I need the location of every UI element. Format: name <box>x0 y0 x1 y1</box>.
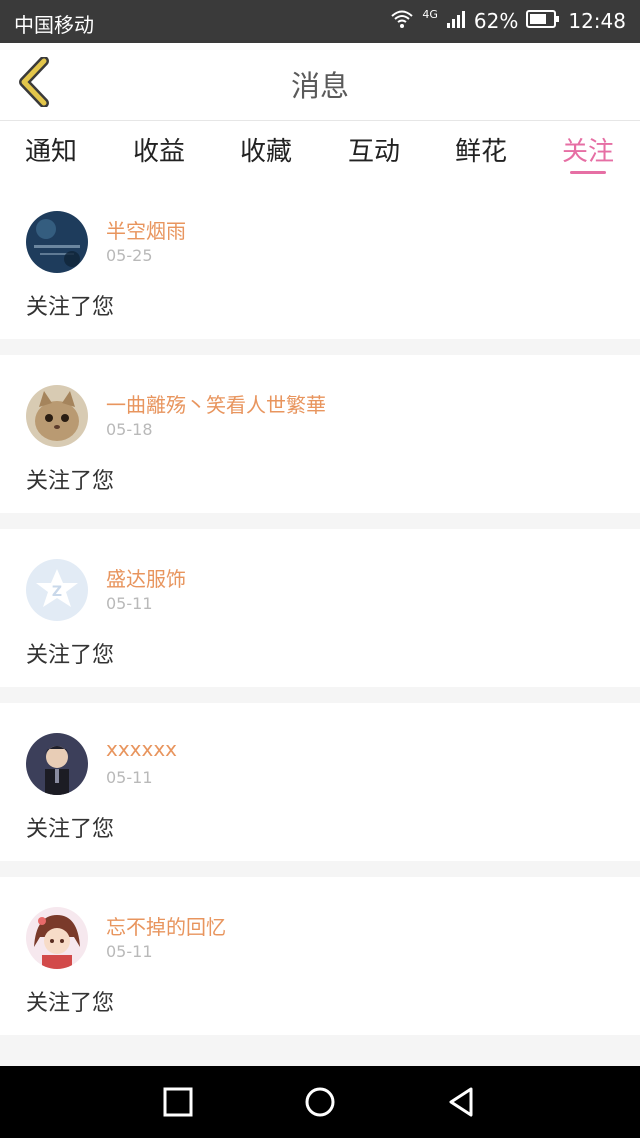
avatar[interactable] <box>26 733 88 795</box>
list-item[interactable]: 忘不掉的回忆 05-11 关注了您 <box>0 877 640 1035</box>
message-list: 半空烟雨 05-25 关注了您 一曲離殇丶笑看人世繁華 05-18 关注了您 Z <box>0 181 640 1051</box>
message-date: 05-11 <box>106 594 153 613</box>
message-date: 05-11 <box>106 942 153 961</box>
tab-flowers[interactable]: 鲜花 <box>441 131 521 168</box>
message-text: 关注了您 <box>26 295 115 320</box>
status-right: 4G 62% 12:48 <box>390 7 626 34</box>
message-text: 关注了您 <box>26 469 115 494</box>
list-item[interactable]: xxxxxx 05-11 关注了您 <box>0 703 640 861</box>
svg-text:Z: Z <box>52 584 62 600</box>
signal-icon <box>446 9 466 34</box>
list-item[interactable]: Z 盛达服饰 05-11 关注了您 <box>0 529 640 687</box>
active-tab-indicator <box>570 171 606 174</box>
tab-bar: 通知 收益 收藏 互动 鲜花 关注 <box>0 121 640 181</box>
avatar[interactable] <box>26 385 88 447</box>
message-date: 05-25 <box>106 246 153 265</box>
battery-percent: 62% <box>473 9 519 33</box>
username[interactable]: 一曲離殇丶笑看人世繁華 <box>106 389 326 418</box>
recents-icon[interactable] <box>161 1085 195 1119</box>
battery-icon <box>526 9 560 33</box>
status-bar: 中国移动 4G 62% 12:48 <box>0 0 640 43</box>
message-text: 关注了您 <box>26 643 115 668</box>
avatar[interactable] <box>26 907 88 969</box>
avatar[interactable] <box>26 211 88 273</box>
username[interactable]: 盛达服饰 <box>106 563 186 592</box>
wifi-icon <box>390 9 414 34</box>
tab-favorites[interactable]: 收藏 <box>226 131 306 168</box>
username[interactable]: 半空烟雨 <box>106 215 186 244</box>
carrier-label: 中国移动 <box>14 13 94 37</box>
back-triangle-icon[interactable] <box>445 1085 479 1119</box>
clock: 12:48 <box>568 9 626 33</box>
message-text: 关注了您 <box>26 817 115 842</box>
system-nav-bar <box>0 1066 640 1138</box>
tab-interactions[interactable]: 互动 <box>334 131 414 168</box>
username[interactable]: 忘不掉的回忆 <box>106 911 226 940</box>
list-item[interactable]: 一曲離殇丶笑看人世繁華 05-18 关注了您 <box>0 355 640 513</box>
message-date: 05-18 <box>106 420 153 439</box>
tab-earnings[interactable]: 收益 <box>119 131 199 168</box>
list-item[interactable]: 半空烟雨 05-25 关注了您 <box>0 181 640 339</box>
home-icon[interactable] <box>303 1085 337 1119</box>
tab-follow[interactable]: 关注 <box>548 131 628 168</box>
tab-notifications[interactable]: 通知 <box>11 131 91 168</box>
message-text: 关注了您 <box>26 991 115 1016</box>
avatar[interactable]: Z <box>26 559 88 621</box>
page-title: 消息 <box>290 69 349 103</box>
app-bar: 消息 <box>0 43 640 121</box>
network-type-label: 4G <box>422 7 438 21</box>
message-date: 05-11 <box>106 768 153 787</box>
username[interactable]: xxxxxx <box>106 737 177 761</box>
